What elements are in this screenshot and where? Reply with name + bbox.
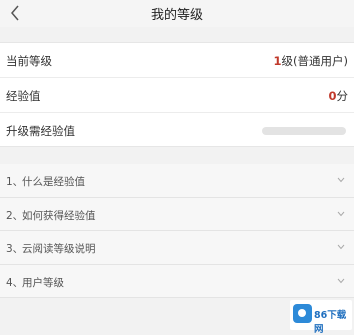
watermark-text: 86下载网	[314, 310, 347, 335]
faq-list: 1、 什么是经验值 2、 如何获得经验值 3、 云阅读等级说明 4、 用户等级	[0, 164, 354, 298]
top-bar: 我的等级	[0, 0, 354, 27]
faq-item-label: 云阅读等级说明	[22, 243, 96, 255]
current-level-row: 当前等级 1级(普通用户)	[0, 43, 354, 78]
chevron-down-icon	[337, 177, 345, 183]
faq-item-label: 用户等级	[22, 276, 64, 289]
faq-item-what-is-exp[interactable]: 1、 什么是经验值	[0, 164, 354, 198]
current-level-label: 当前等级	[6, 54, 52, 68]
level-info-card: 当前等级 1级(普通用户) 经验值 0分 升级需经验值	[0, 42, 354, 147]
chevron-down-icon	[337, 211, 345, 216]
experience-number: 0	[328, 89, 337, 103]
upgrade-exp-label: 升级需经验值	[6, 124, 75, 138]
faq-item-number: 3、	[6, 243, 24, 255]
faq-item-number: 2、	[6, 209, 24, 222]
site-watermark: 86下载网	[290, 300, 352, 335]
faq-item-number: 1、	[6, 176, 24, 188]
page-title: 我的等级	[150, 8, 203, 23]
current-level-value: 1级(普通用户)	[274, 53, 349, 69]
chevron-down-icon	[337, 244, 345, 250]
experience-row: 经验值 0分	[0, 78, 354, 113]
faq-item-label: 如何获得经验值	[22, 209, 96, 222]
faq-item-how-to-get-exp[interactable]: 2、 如何获得经验值	[0, 198, 354, 231]
upgrade-progress-bar	[262, 127, 346, 135]
current-level-number: 1	[273, 54, 282, 68]
experience-label: 经验值	[6, 89, 41, 103]
chevron-down-icon	[337, 278, 345, 283]
faq-item-number: 4、	[6, 276, 24, 289]
experience-value: 0分	[328, 88, 348, 104]
upgrade-exp-row: 升级需经验值	[0, 113, 354, 148]
faq-item-label: 什么是经验值	[22, 176, 85, 188]
watermark-logo-icon	[293, 304, 312, 323]
experience-unit: 分	[336, 89, 349, 103]
faq-item-level-description[interactable]: 3、 云阅读等级说明	[0, 231, 354, 265]
faq-item-user-level[interactable]: 4、 用户等级	[0, 265, 354, 298]
current-level-desc: 级(普通用户)	[281, 54, 348, 68]
